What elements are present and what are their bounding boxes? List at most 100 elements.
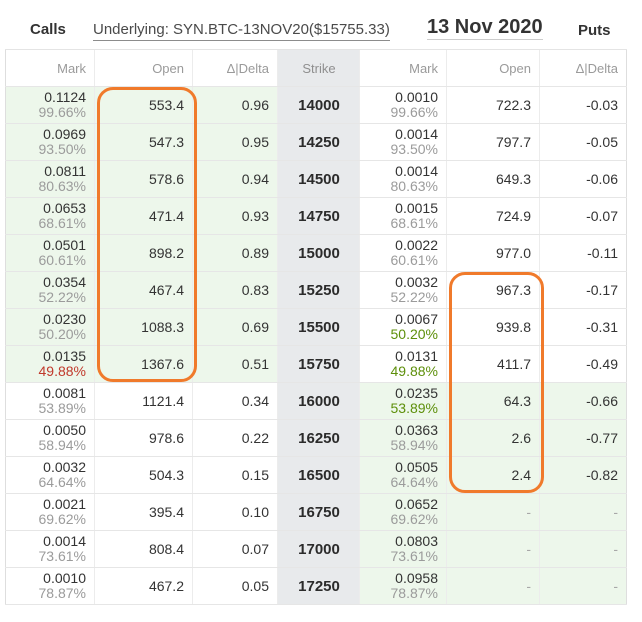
call-implied-volatility: 49.88% [38,363,86,379]
put-implied-volatility: 68.61% [390,215,438,231]
expiry-date-selector[interactable]: 13 Nov 2020 [427,15,543,40]
put-mark-price: 0.0032 [395,274,438,290]
put-delta: -0.17 [540,272,627,308]
call-delta: 0.95 [193,124,278,160]
call-delta: 0.15 [193,457,278,493]
put-open-interest: - [447,494,540,530]
call-open-interest: 467.2 [95,568,193,604]
put-implied-volatility: 60.61% [390,252,438,268]
put-implied-volatility: 93.50% [390,141,438,157]
call-mark-cell[interactable]: 0.0010 78.87% [5,568,95,604]
call-implied-volatility: 68.61% [38,215,86,231]
call-mark-price: 0.0811 [44,163,86,179]
strike-row[interactable]: 0.0230 50.20% 1088.3 0.69 15500 0.0067 50.20% 9… [5,309,627,346]
put-implied-volatility: 78.87% [390,585,438,601]
put-mark-cell[interactable]: 0.0014 93.50% [360,124,447,160]
call-mark-price: 0.1124 [44,89,86,105]
strike-row[interactable]: 0.0501 60.61% 898.2 0.89 15000 0.0022 60.61% 97… [5,235,627,272]
put-mark-cell[interactable]: 0.0803 73.61% [360,531,447,567]
put-open-interest: 967.3 [447,272,540,308]
put-mark-cell[interactable]: 0.0015 68.61% [360,198,447,234]
call-mark-price: 0.0014 [43,533,86,549]
call-mark-cell[interactable]: 0.0811 80.63% [5,161,95,197]
put-mark-price: 0.0022 [395,237,438,253]
strike-row[interactable]: 0.0969 93.50% 547.3 0.95 14250 0.0014 93.50% 79… [5,124,627,161]
strike-price: 15000 [278,235,360,271]
call-mark-price: 0.0135 [43,348,86,364]
call-mark-cell[interactable]: 0.0081 53.89% [5,383,95,419]
column-header-call-open: Open [95,50,193,86]
strike-row[interactable]: 0.0050 58.94% 978.6 0.22 16250 0.0363 58.94% 2.… [5,420,627,457]
put-mark-price: 0.0652 [395,496,438,512]
call-mark-cell[interactable]: 0.1124 99.66% [5,87,95,123]
put-open-interest: 977.0 [447,235,540,271]
put-mark-price: 0.0014 [395,126,438,142]
call-mark-price: 0.0653 [43,200,86,216]
strike-row[interactable]: 0.0653 68.61% 471.4 0.93 14750 0.0015 68.61% 72… [5,198,627,235]
strike-row[interactable]: 0.1124 99.66% 553.4 0.96 14000 0.0010 99.66% 72… [5,87,627,124]
put-delta: -0.31 [540,309,627,345]
call-mark-cell[interactable]: 0.0135 49.88% [5,346,95,382]
call-delta: 0.96 [193,87,278,123]
call-mark-cell[interactable]: 0.0050 58.94% [5,420,95,456]
call-implied-volatility: 58.94% [38,437,86,453]
put-mark-cell[interactable]: 0.0131 49.88% [360,346,447,382]
call-mark-cell[interactable]: 0.0969 93.50% [5,124,95,160]
call-mark-cell[interactable]: 0.0021 69.62% [5,494,95,530]
strike-row[interactable]: 0.0081 53.89% 1121.4 0.34 16000 0.0235 53.89% 6… [5,383,627,420]
strike-row[interactable]: 0.0032 64.64% 504.3 0.15 16500 0.0505 64.64% 2.… [5,457,627,494]
call-mark-cell[interactable]: 0.0014 73.61% [5,531,95,567]
call-mark-cell[interactable]: 0.0032 64.64% [5,457,95,493]
call-implied-volatility: 69.62% [38,511,86,527]
call-delta: 0.69 [193,309,278,345]
put-mark-cell[interactable]: 0.0363 58.94% [360,420,447,456]
call-open-interest: 1088.3 [95,309,193,345]
option-chain-rows: 0.1124 99.66% 553.4 0.96 14000 0.0010 99.66% 72… [5,87,627,605]
put-open-interest: - [447,568,540,604]
strike-price: 15250 [278,272,360,308]
put-mark-cell[interactable]: 0.0505 64.64% [360,457,447,493]
put-implied-volatility: 73.61% [390,548,438,564]
put-mark-cell[interactable]: 0.0010 99.66% [360,87,447,123]
put-open-interest: 797.7 [447,124,540,160]
options-chain-panel: Calls Underlying: SYN.BTC-13NOV20($15755… [0,0,642,622]
call-delta: 0.34 [193,383,278,419]
strike-price: 17000 [278,531,360,567]
strike-row[interactable]: 0.0811 80.63% 578.6 0.94 14500 0.0014 80.63% 64… [5,161,627,198]
call-mark-cell[interactable]: 0.0354 52.22% [5,272,95,308]
put-mark-cell[interactable]: 0.0014 80.63% [360,161,447,197]
call-implied-volatility: 50.20% [38,326,86,342]
call-delta: 0.94 [193,161,278,197]
put-mark-cell[interactable]: 0.0958 78.87% [360,568,447,604]
call-implied-volatility: 78.87% [38,585,86,601]
put-mark-cell[interactable]: 0.0652 69.62% [360,494,447,530]
strike-row[interactable]: 0.0014 73.61% 808.4 0.07 17000 0.0803 73.61% - - [5,531,627,568]
strike-row[interactable]: 0.0010 78.87% 467.2 0.05 17250 0.0958 78.87% - - [5,568,627,605]
put-open-interest: 939.8 [447,309,540,345]
put-implied-volatility: 50.20% [390,326,438,342]
call-mark-cell[interactable]: 0.0230 50.20% [5,309,95,345]
strike-row[interactable]: 0.0354 52.22% 467.4 0.83 15250 0.0032 52.22% 96… [5,272,627,309]
puts-label: Puts [578,22,611,39]
strike-row[interactable]: 0.0135 49.88% 1367.6 0.51 15750 0.0131 49.88% 4… [5,346,627,383]
underlying-selector[interactable]: Underlying: SYN.BTC-13NOV20($15755.33) [93,21,390,41]
call-mark-cell[interactable]: 0.0653 68.61% [5,198,95,234]
strike-price: 17250 [278,568,360,604]
put-delta: -0.03 [540,87,627,123]
put-mark-price: 0.0010 [395,89,438,105]
call-open-interest: 547.3 [95,124,193,160]
put-mark-cell[interactable]: 0.0022 60.61% [360,235,447,271]
call-open-interest: 808.4 [95,531,193,567]
call-delta: 0.07 [193,531,278,567]
strike-row[interactable]: 0.0021 69.62% 395.4 0.10 16750 0.0652 69.62% - - [5,494,627,531]
put-mark-cell[interactable]: 0.0235 53.89% [360,383,447,419]
put-implied-volatility: 52.22% [390,289,438,305]
call-mark-cell[interactable]: 0.0501 60.61% [5,235,95,271]
put-mark-cell[interactable]: 0.0067 50.20% [360,309,447,345]
call-open-interest: 471.4 [95,198,193,234]
strike-price: 16250 [278,420,360,456]
call-mark-price: 0.0032 [43,459,86,475]
put-mark-price: 0.0015 [395,200,438,216]
call-delta: 0.89 [193,235,278,271]
put-mark-cell[interactable]: 0.0032 52.22% [360,272,447,308]
